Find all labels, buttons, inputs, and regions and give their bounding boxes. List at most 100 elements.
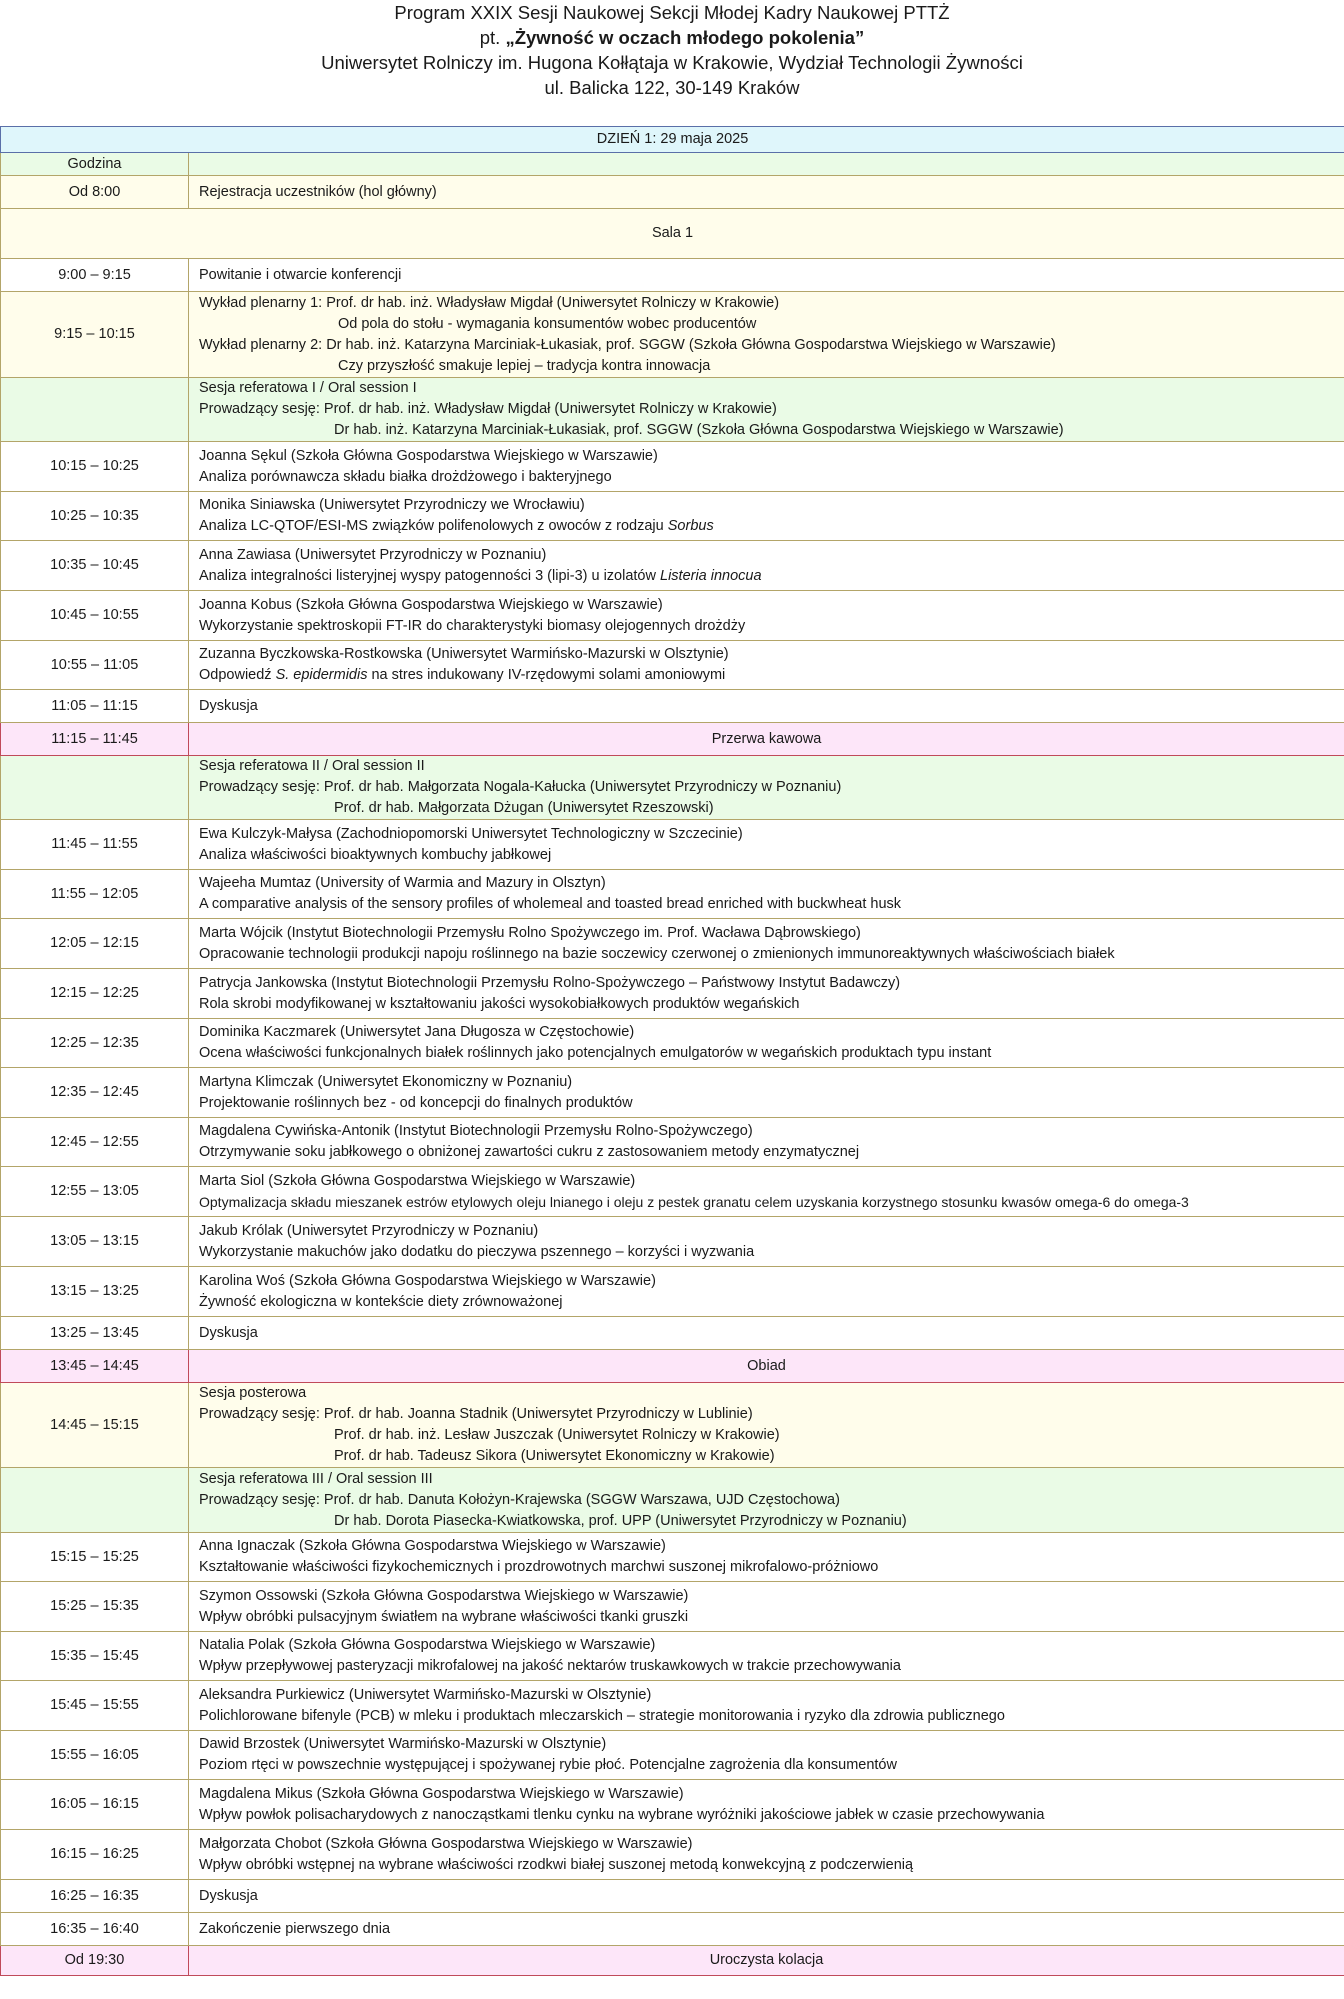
talk-author: Dominika Kaczmarek (Uniwersytet Jana Dłu… <box>199 1024 635 1040</box>
talk-author: Karolina Woś (Szkoła Główna Gospodarstwa… <box>199 1272 656 1289</box>
talk-cell: Aleksandra Purkiewicz (Uniwersytet Warmi… <box>188 1680 1344 1731</box>
plenary-cell: Wykład plenarny 1: Prof. dr hab. inż. Wł… <box>188 291 1344 378</box>
talk-title-italic: Sorbus <box>667 518 714 534</box>
talk-cell: Zuzanna Byczkowska-Rostkowska (Uniwersyt… <box>188 640 1344 690</box>
talk-title: Wpływ obróbki pulsacyjnym światłem na wy… <box>199 1608 689 1625</box>
time-cell: 10:45 – 10:55 <box>0 590 189 641</box>
time-cell: 11:15 – 11:45 <box>0 722 189 756</box>
talk-cell: Joanna Kobus (Szkoła Główna Gospodarstwa… <box>188 590 1344 641</box>
talk-title: Wpływ obróbki wstępnej na wybrane właści… <box>199 1856 914 1873</box>
dinner-label: Uroczysta kolacja <box>188 1945 1344 1976</box>
header-line-2: pt. „Żywność w oczach młodego pokolenia” <box>0 25 1344 50</box>
talk-author: Wajeeha Mumtaz (University of Warmia and… <box>199 875 606 891</box>
plenary-lecture-2: Wykład plenarny 2: Dr hab. inż. Katarzyn… <box>199 336 1056 353</box>
item-cell: Dyskusja <box>188 1879 1344 1913</box>
talk-cell: Magdalena Mikus (Szkoła Główna Gospodars… <box>188 1779 1344 1830</box>
plenary-lecture-1-title: Od pola do stołu - wymagania konsumentów… <box>338 315 757 332</box>
talk-cell: Dominika Kaczmarek (Uniwersytet Jana Dłu… <box>188 1018 1344 1068</box>
talk-author: Anna Zawiasa (Uniwersytet Przyrodniczy w… <box>199 546 547 563</box>
talk-author: Magdalena Mikus (Szkoła Główna Gospodars… <box>199 1785 684 1802</box>
time-cell: 16:35 – 16:40 <box>0 1912 189 1946</box>
time-cell: 15:45 – 15:55 <box>0 1680 189 1731</box>
talk-cell: Joanna Sękul (Szkoła Główna Gospodarstwa… <box>188 441 1344 492</box>
program-header: Program XXIX Sesji Naukowej Sekcji Młode… <box>0 0 1344 126</box>
poster-session-chair-2: Prof. dr hab. inż. Lesław Juszczak (Uniw… <box>334 1427 780 1443</box>
talk-title: Opracowanie technologii produkcji napoju… <box>199 945 1115 962</box>
time-cell: 13:25 – 13:45 <box>0 1316 189 1350</box>
talk-cell: Martyna Klimczak (Uniwersytet Ekonomiczn… <box>188 1067 1344 1118</box>
talk-title: Wykorzystanie spektroskopii FT-IR do cha… <box>199 617 746 634</box>
opening-row: 9:00 – 9:15 Powitanie i otwarcie konfere… <box>0 258 1344 292</box>
discussion-row: 13:25 – 13:45 Dyskusja <box>0 1316 1344 1350</box>
session-3-cell: Sesja referatowa III / Oral session III … <box>188 1467 1344 1533</box>
talk-author: Monika Siniawska (Uniwersytet Przyrodnic… <box>199 497 585 513</box>
time-cell: 15:35 – 15:45 <box>0 1631 189 1681</box>
session-3-title: Sesja referatowa III / Oral session III <box>199 1470 433 1487</box>
plenary-lecture-2-title: Czy przyszłość smakuje lepiej – tradycja… <box>338 357 711 374</box>
poster-session-chair-3: Prof. dr hab. Tadeusz Sikora (Uniwersyte… <box>334 1448 775 1464</box>
header-line-4: ul. Balicka 122, 30-149 Kraków <box>544 77 800 98</box>
talk-cell: Monika Siniawska (Uniwersytet Przyrodnic… <box>188 491 1344 541</box>
talk-author: Marta Wójcik (Instytut Biotechnologii Pr… <box>199 924 861 941</box>
session-2-title: Sesja referatowa II / Oral session II <box>199 758 425 774</box>
talk-title: Otrzymywanie soku jabłkowego o obniżonej… <box>199 1144 860 1160</box>
time-cell-empty <box>0 755 189 820</box>
talk-row: 13:15 – 13:25 Karolina Woś (Szkoła Główna… <box>0 1266 1344 1317</box>
discussion-row: 16:25 – 16:35 Dyskusja <box>0 1879 1344 1913</box>
talk-title: Odpowiedź S. epidermidis na stres induko… <box>199 665 1334 686</box>
talk-title-italic: Listeria innocua <box>660 567 762 584</box>
time-cell: 10:25 – 10:35 <box>0 491 189 541</box>
time-cell: 15:25 – 15:35 <box>0 1581 189 1632</box>
time-cell: 15:55 – 16:05 <box>0 1730 189 1780</box>
talk-title: Poziom rtęci w powszechnie występującej … <box>199 1757 897 1773</box>
room-row: Sala 1 <box>0 208 1344 259</box>
session-1-row: Sesja referatowa I / Oral session I Prow… <box>0 377 1344 442</box>
talk-row: 12:15 – 12:25 Patrycja Jankowska (Instytu… <box>0 968 1344 1019</box>
talk-author: Anna Ignaczak (Szkoła Główna Gospodarstw… <box>199 1538 666 1554</box>
talk-cell: Ewa Kulczyk-Małysa (Zachodniopomorski Un… <box>188 819 1344 870</box>
time-cell: 13:15 – 13:25 <box>0 1266 189 1317</box>
time-cell: 13:45 – 14:45 <box>0 1349 189 1383</box>
day-title: DZIEŃ 1: 29 maja 2025 <box>0 126 1344 153</box>
time-cell: 12:55 – 13:05 <box>0 1166 189 1217</box>
session-2-row: Sesja referatowa II / Oral session II Pr… <box>0 755 1344 820</box>
poster-session-cell: Sesja posterowa Prowadzący sesję: Prof. … <box>188 1382 1344 1468</box>
talk-title: Wpływ przepływowej pasteryzacji mikrofal… <box>199 1658 901 1674</box>
day-row: DZIEŃ 1: 29 maja 2025 <box>0 126 1344 153</box>
talk-cell: Anna Ignaczak (Szkoła Główna Gospodarstw… <box>188 1532 1344 1582</box>
time-cell: 11:05 – 11:15 <box>0 689 189 723</box>
talk-title: Ocena właściwości funkcjonalnych białek … <box>199 1045 992 1061</box>
talk-row: 15:55 – 16:05 Dawid Brzostek (Uniwersytet… <box>0 1730 1344 1780</box>
talk-cell: Jakub Królak (Uniwersytet Przyrodniczy w… <box>188 1216 1344 1267</box>
session-1-cell: Sesja referatowa I / Oral session I Prow… <box>188 377 1344 442</box>
time-cell: 16:15 – 16:25 <box>0 1829 189 1880</box>
talk-title: A comparative analysis of the sensory pr… <box>199 896 902 912</box>
talk-row: 10:45 – 10:55 Joanna Kobus (Szkoła Główn… <box>0 590 1344 641</box>
talk-row: 15:35 – 15:45 Natalia Polak (Szkoła Główn… <box>0 1631 1344 1681</box>
talk-row: 15:45 – 15:55 Aleksandra Purkiewicz (Uniw… <box>0 1680 1344 1731</box>
registration-row: Od 8:00 Rejestracja uczestników (hol głó… <box>0 175 1344 209</box>
conference-title: „Żywność w oczach młodego pokolenia” <box>505 27 865 48</box>
talk-author: Małgorzata Chobot (Szkoła Główna Gospoda… <box>199 1835 693 1852</box>
time-cell: 11:55 – 12:05 <box>0 869 189 919</box>
talk-author: Szymon Ossowski (Szkoła Główna Gospodars… <box>199 1587 689 1604</box>
time-cell: 11:45 – 11:55 <box>0 819 189 870</box>
session-1-title: Sesja referatowa I / Oral session I <box>199 380 417 396</box>
talk-row: 10:25 – 10:35 Monika Siniawska (Uniwersy… <box>0 491 1344 541</box>
talk-row: 12:25 – 12:35 Dominika Kaczmarek (Uniwers… <box>0 1018 1344 1068</box>
item-cell: Zakończenie pierwszego dnia <box>188 1912 1344 1946</box>
time-cell: 14:45 – 15:15 <box>0 1382 189 1468</box>
time-cell: 12:45 – 12:55 <box>0 1117 189 1167</box>
time-cell: 15:15 – 15:25 <box>0 1532 189 1582</box>
time-cell: 10:15 – 10:25 <box>0 441 189 492</box>
time-cell: 12:25 – 12:35 <box>0 1018 189 1068</box>
talk-cell: Marta Wójcik (Instytut Biotechnologii Pr… <box>188 918 1344 969</box>
talk-title: Optymalizacja składu mieszanek estrów et… <box>199 1193 1189 1210</box>
dinner-row: Od 19:30 Uroczysta kolacja <box>0 1945 1344 1976</box>
talk-author: Marta Siol (Szkoła Główna Gospodarstwa W… <box>199 1172 636 1189</box>
talk-row: 12:05 – 12:15 Marta Wójcik (Instytut Biot… <box>0 918 1344 969</box>
time-cell: 9:15 – 10:15 <box>0 291 189 378</box>
plenary-lecture-1: Wykład plenarny 1: Prof. dr hab. inż. Wł… <box>199 294 780 311</box>
talk-author: Joanna Kobus (Szkoła Główna Gospodarstwa… <box>199 596 663 613</box>
break-label: Obiad <box>188 1349 1344 1383</box>
